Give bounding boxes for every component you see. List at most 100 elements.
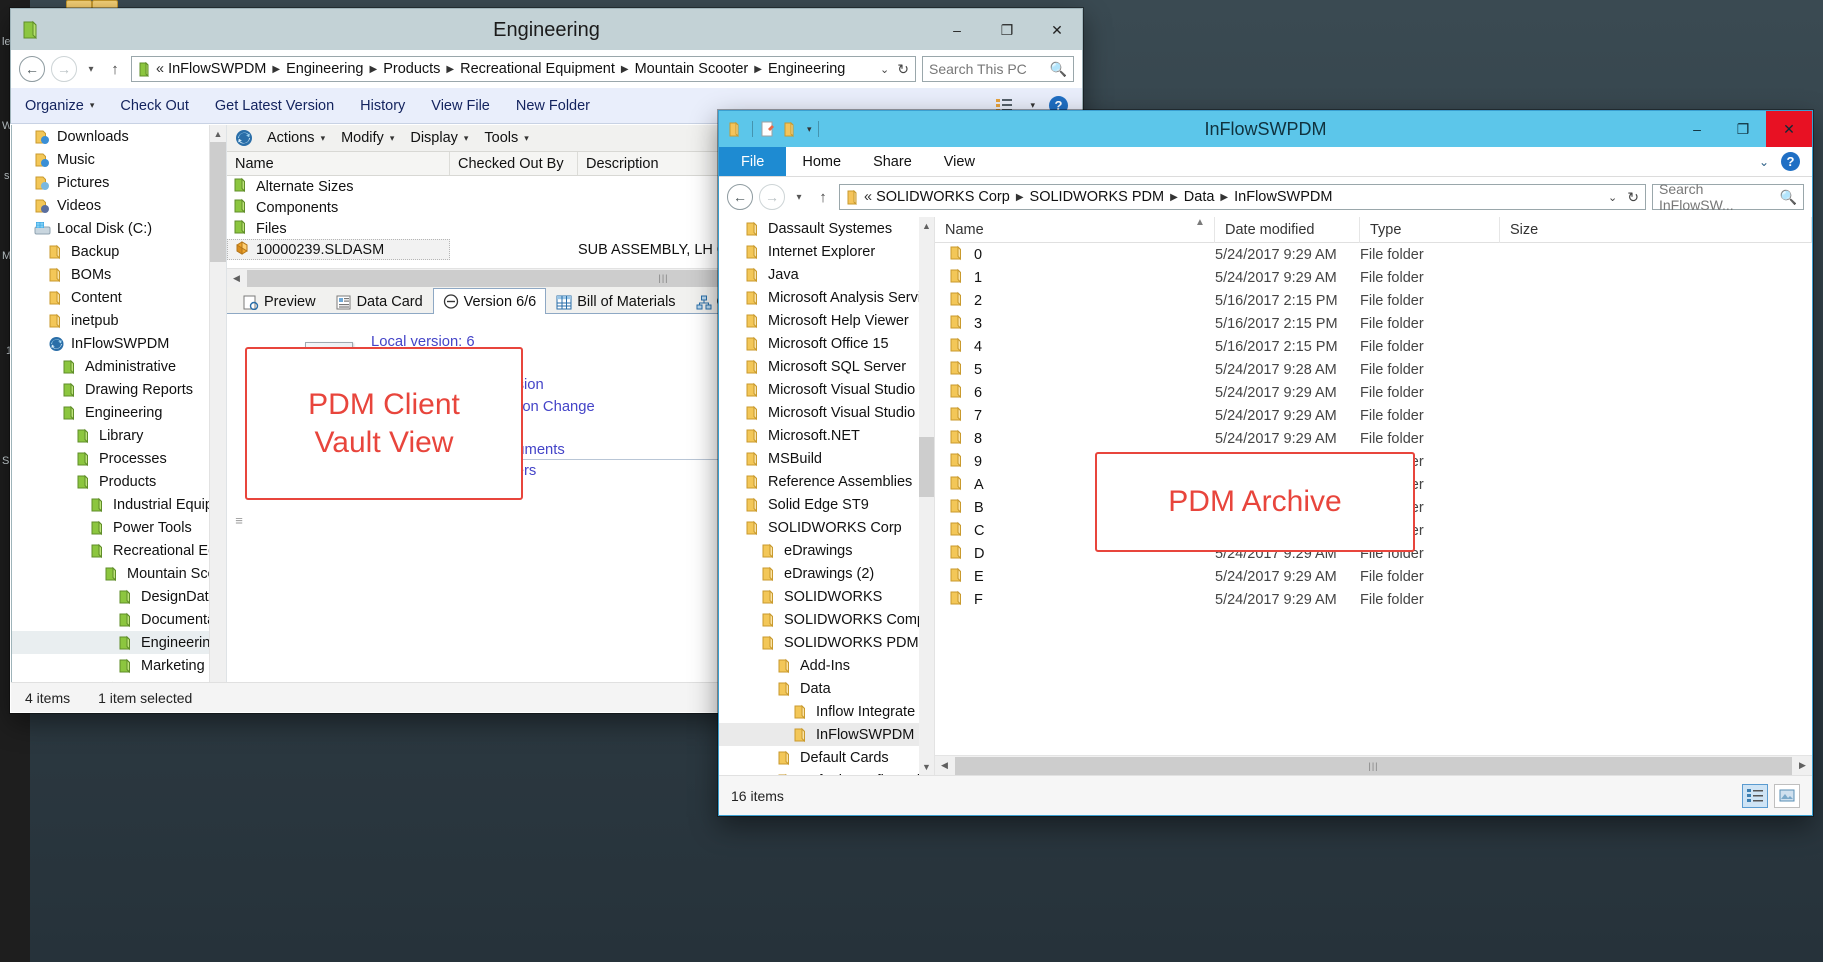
breadcrumb-item-3[interactable]: InFlowSWPDM <box>1234 189 1332 205</box>
table-row[interactable]: F5/24/2017 9:29 AMFile folder <box>935 588 1812 611</box>
breadcrumb-separator-icon[interactable]: ▶ <box>1168 192 1180 203</box>
scroll-down-arrow-icon[interactable]: ▼ <box>919 758 934 775</box>
tree-item-power-tools[interactable]: Power Tools <box>12 516 226 539</box>
scrollbar-thumb[interactable]: ||| <box>955 757 1792 775</box>
file-name-cell[interactable]: 10000239.SLDASM <box>227 239 450 260</box>
breadcrumb-separator-icon[interactable]: ▶ <box>752 64 764 75</box>
back-button[interactable]: ← <box>727 184 753 210</box>
breadcrumb-item-1[interactable]: SOLIDWORKS PDM <box>1030 189 1165 205</box>
maximize-button[interactable]: ❐ <box>982 9 1032 51</box>
breadcrumb-separator-icon[interactable]: ▶ <box>444 64 456 75</box>
refresh-icon[interactable]: ↻ <box>1627 189 1639 206</box>
vault-tree-list[interactable]: DownloadsMusicPicturesVideosLocal Disk (… <box>12 125 226 700</box>
file-name-cell[interactable]: 1 <box>935 268 1215 288</box>
table-row[interactable]: 75/24/2017 9:29 AMFile folder <box>935 404 1812 427</box>
get-latest-version-button[interactable]: Get Latest Version <box>215 98 334 114</box>
tree-item-internet-explorer[interactable]: Internet Explorer <box>719 240 922 263</box>
breadcrumb-separator-icon[interactable]: ▶ <box>619 64 631 75</box>
file-name-cell[interactable]: F <box>935 590 1215 610</box>
tools-menu[interactable]: Tools ▾ <box>478 130 534 146</box>
table-row[interactable]: 85/24/2017 9:29 AMFile folder <box>935 427 1812 450</box>
tree-item-data[interactable]: Data <box>719 677 922 700</box>
tree-item-java[interactable]: Java <box>719 263 922 286</box>
breadcrumb-item-0[interactable]: SOLIDWORKS Corp <box>876 189 1010 205</box>
tree-item-add-ins[interactable]: Add-Ins <box>719 654 922 677</box>
vault-tree-scrollbar[interactable]: ▲ ▼ <box>209 125 226 711</box>
tree-item-inflowswpdm[interactable]: InFlowSWPDM <box>12 332 226 355</box>
display-menu[interactable]: Display ▾ <box>404 130 474 146</box>
chevron-down-icon[interactable]: ⌄ <box>880 63 889 76</box>
tree-item-library[interactable]: Library <box>12 424 226 447</box>
close-button[interactable]: ✕ <box>1766 111 1812 147</box>
file-name-cell[interactable]: 8 <box>935 429 1215 449</box>
pdm-refresh-icon[interactable] <box>235 129 253 147</box>
modify-menu[interactable]: Modify ▾ <box>335 130 400 146</box>
file-name-cell[interactable]: Alternate Sizes <box>227 177 450 197</box>
vault-tree[interactable]: DownloadsMusicPicturesVideosLocal Disk (… <box>12 125 227 711</box>
breadcrumb-item-2[interactable]: Products <box>383 61 440 77</box>
tab-home[interactable]: Home <box>786 147 857 176</box>
tree-item-administrative[interactable]: Administrative <box>12 355 226 378</box>
explorer-tree-list[interactable]: Dassault SystemesInternet ExplorerJavaMi… <box>719 217 922 775</box>
scroll-up-arrow-icon[interactable]: ▲ <box>210 125 226 142</box>
history-button[interactable]: History <box>360 98 405 114</box>
breadcrumb-item-0[interactable]: InFlowSWPDM <box>168 61 266 77</box>
tab-preview[interactable]: Preview <box>233 290 326 313</box>
file-name-cell[interactable]: 4 <box>935 337 1215 357</box>
tree-item-edrawings[interactable]: eDrawings <box>719 539 922 562</box>
tree-item-inflowswpdm[interactable]: InFlowSWPDM <box>719 723 922 746</box>
scroll-right-arrow-icon[interactable]: ▶ <box>1793 760 1812 771</box>
organize-button[interactable]: Organize <box>25 98 84 114</box>
file-explorer-window[interactable]: ▾ InFlowSWPDM – ❐ ✕ File Home Share View… <box>718 110 1813 816</box>
window1-navigation-bar[interactable]: ← → ▾ ↑ « InFlowSWPDM ▶ Engineering ▶ Pr… <box>10 50 1083 88</box>
window2-navigation-bar[interactable]: ← → ▾ ↑ « SOLIDWORKS Corp ▶ SOLIDWORKS P… <box>719 177 1812 217</box>
column-header-checked-out-by[interactable]: Checked Out By <box>450 152 578 175</box>
tree-item-backup[interactable]: Backup <box>12 240 226 263</box>
file-name-cell[interactable]: E <box>935 567 1215 587</box>
breadcrumb[interactable]: « SOLIDWORKS Corp ▶ SOLIDWORKS PDM ▶ Dat… <box>839 184 1646 210</box>
file-name-cell[interactable]: 2 <box>935 291 1215 311</box>
window1-titlebar[interactable]: Engineering – ❐ ✕ <box>10 8 1083 50</box>
tree-item-microsoft-net[interactable]: Microsoft.NET <box>719 424 922 447</box>
tree-item-solidworks-corp[interactable]: SOLIDWORKS Corp <box>719 516 922 539</box>
tree-item-microsoft-office-15[interactable]: Microsoft Office 15 <box>719 332 922 355</box>
tree-item-engineering[interactable]: Engineering <box>12 401 226 424</box>
recent-locations-icon[interactable]: ▾ <box>791 192 807 203</box>
tree-item-microsoft-help-viewer[interactable]: Microsoft Help Viewer <box>719 309 922 332</box>
tree-item-edrawings-2-[interactable]: eDrawings (2) <box>719 562 922 585</box>
tree-item-microsoft-analysis-servi[interactable]: Microsoft Analysis Servi <box>719 286 922 309</box>
breadcrumb-item-1[interactable]: Engineering <box>286 61 363 77</box>
window2-controls[interactable]: – ❐ ✕ <box>1674 111 1812 147</box>
explorer-column-headers[interactable]: ▲ Name Date modified Type Size <box>935 217 1812 243</box>
properties-icon[interactable] <box>759 121 777 138</box>
organize-caret-icon[interactable]: ▾ <box>90 100 95 111</box>
scroll-up-arrow-icon[interactable]: ▲ <box>919 217 934 234</box>
refresh-icon[interactable]: ↻ <box>897 61 909 78</box>
explorer-tree-scrollbar[interactable]: ▲ ▼ <box>919 217 934 775</box>
view-mode-buttons[interactable] <box>1742 784 1812 808</box>
tab-version-6-6[interactable]: Version 6/6 <box>433 288 547 314</box>
expand-ribbon-icon[interactable]: ⌄ <box>1759 155 1769 169</box>
window2-titlebar[interactable]: ▾ InFlowSWPDM – ❐ ✕ <box>719 111 1812 147</box>
search-icon[interactable]: 🔍 <box>1050 61 1067 78</box>
view-file-button[interactable]: View File <box>431 98 490 114</box>
tree-item-mountain-scooter[interactable]: Mountain Scooter <box>12 562 226 585</box>
breadcrumb-separator-icon[interactable]: ▶ <box>1218 192 1230 203</box>
tree-item-inetpub[interactable]: inetpub <box>12 309 226 332</box>
file-name-cell[interactable]: 0 <box>935 245 1215 265</box>
table-row[interactable]: 55/24/2017 9:28 AMFile folder <box>935 358 1812 381</box>
table-row[interactable]: 45/16/2017 2:15 PMFile folder <box>935 335 1812 358</box>
tree-item-msbuild[interactable]: MSBuild <box>719 447 922 470</box>
breadcrumb[interactable]: « InFlowSWPDM ▶ Engineering ▶ Products ▶… <box>131 56 916 82</box>
new-folder-button[interactable]: New Folder <box>516 98 590 114</box>
tree-item-microsoft-sql-server[interactable]: Microsoft SQL Server <box>719 355 922 378</box>
check-out-button[interactable]: Check Out <box>120 98 189 114</box>
file-name-cell[interactable]: Files <box>227 219 450 239</box>
tab-share[interactable]: Share <box>857 147 928 176</box>
forward-button[interactable]: → <box>759 184 785 210</box>
search-input[interactable]: Search This PC <box>929 61 1027 77</box>
breadcrumb-item-5[interactable]: Engineering <box>768 61 845 77</box>
scrollbar-thumb[interactable] <box>210 142 227 262</box>
tab-bill-of-materials[interactable]: Bill of Materials <box>546 290 685 313</box>
column-header-name[interactable]: Name <box>935 217 1215 243</box>
